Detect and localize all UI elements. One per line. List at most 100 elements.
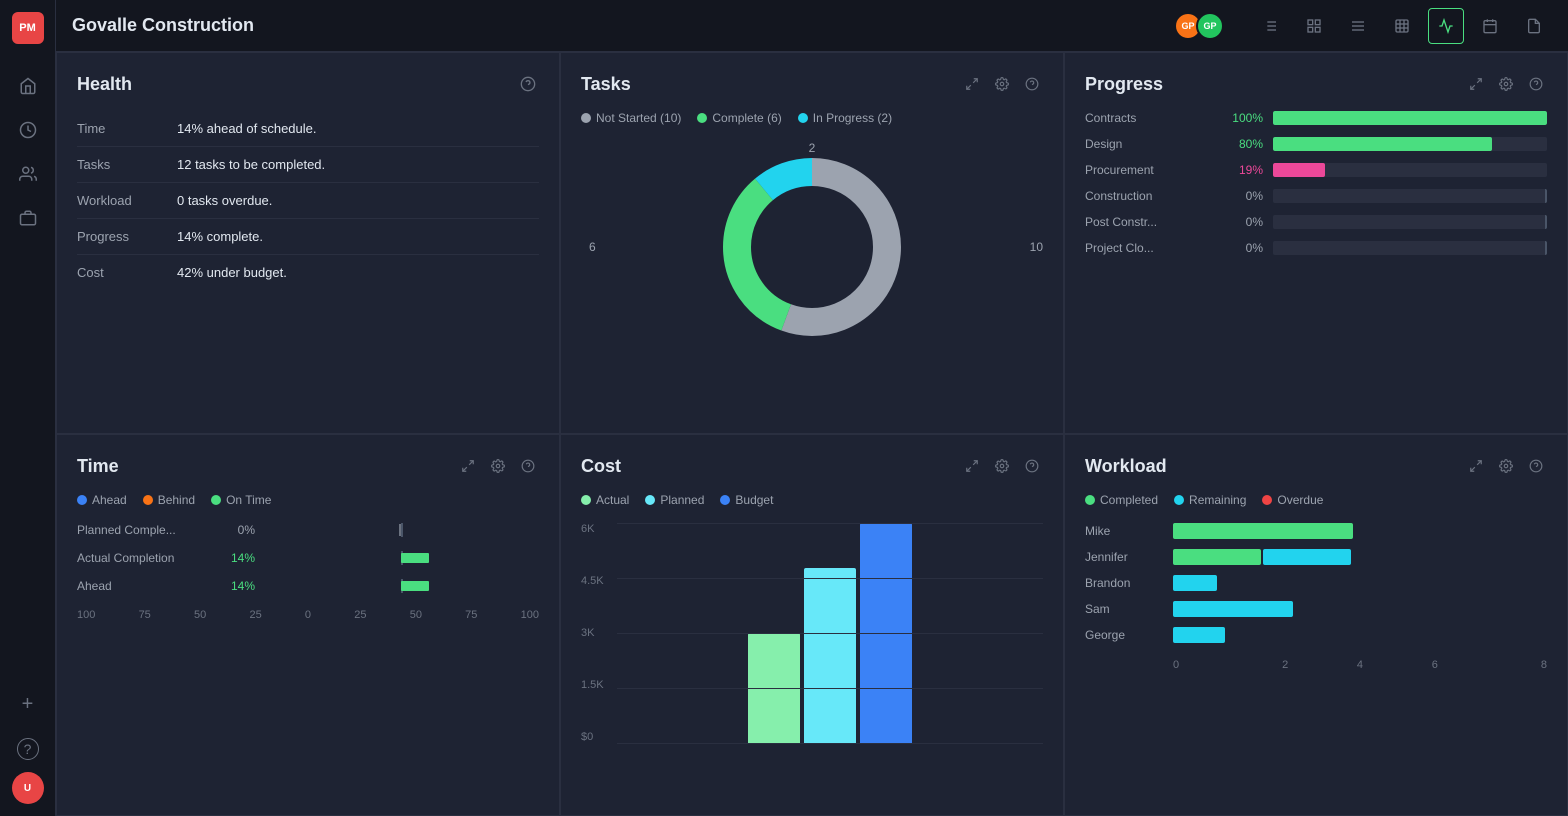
workload-bars-george bbox=[1173, 627, 1547, 643]
sidebar-item-history[interactable] bbox=[10, 112, 46, 148]
dashboard-view-button[interactable] bbox=[1428, 8, 1464, 44]
progress-track-design bbox=[1273, 137, 1547, 151]
legend-on-time: On Time bbox=[211, 493, 271, 507]
workload-row-sam: Sam bbox=[1085, 601, 1547, 617]
legend-budget: Budget bbox=[720, 493, 773, 507]
legend-label-actual: Actual bbox=[596, 493, 629, 507]
avatar-2: GP bbox=[1196, 12, 1224, 40]
workload-expand-icon[interactable] bbox=[1465, 455, 1487, 477]
donut-label-right: 10 bbox=[1030, 240, 1043, 254]
calendar-view-button[interactable] bbox=[1472, 8, 1508, 44]
tasks-controls bbox=[961, 73, 1043, 95]
cost-settings-icon[interactable] bbox=[991, 455, 1013, 477]
cost-y-15k: 1.5K bbox=[581, 679, 617, 691]
health-panel: Health Time 14% ahead of schedule. Tasks bbox=[56, 52, 560, 434]
workload-bar-brandon-remaining bbox=[1173, 575, 1217, 591]
legend-dot-actual bbox=[581, 495, 591, 505]
progress-row-contracts: Contracts 100% bbox=[1085, 111, 1547, 125]
workload-bar-jennifer-completed bbox=[1173, 549, 1261, 565]
cost-y-3k: 3K bbox=[581, 627, 617, 639]
progress-help-icon[interactable] bbox=[1525, 73, 1547, 95]
progress-pct-procurement: 19% bbox=[1215, 163, 1263, 177]
dashboard: Health Time 14% ahead of schedule. Tasks bbox=[56, 52, 1568, 816]
progress-label-design: Design bbox=[1085, 137, 1205, 151]
sidebar-add-button[interactable]: + bbox=[10, 686, 46, 722]
legend-overdue: Overdue bbox=[1262, 493, 1323, 507]
workload-axis-8: 8 bbox=[1472, 659, 1547, 671]
workload-settings-icon[interactable] bbox=[1495, 455, 1517, 477]
progress-row-design: Design 80% bbox=[1085, 137, 1547, 151]
cost-help-icon[interactable] bbox=[1021, 455, 1043, 477]
cost-y-6k: 6K bbox=[581, 523, 617, 535]
time-bar-actual bbox=[263, 551, 539, 565]
progress-rows: Contracts 100% Design 80% bbox=[1085, 111, 1547, 255]
cost-panel: Cost bbox=[560, 434, 1064, 816]
file-view-button[interactable] bbox=[1516, 8, 1552, 44]
legend-label-planned: Planned bbox=[660, 493, 704, 507]
workload-legend: Completed Remaining Overdue bbox=[1085, 493, 1547, 507]
time-settings-icon[interactable] bbox=[487, 455, 509, 477]
workload-help-icon[interactable] bbox=[1525, 455, 1547, 477]
progress-tick-construction bbox=[1545, 189, 1547, 203]
legend-actual: Actual bbox=[581, 493, 629, 507]
workload-bar-jennifer-remaining bbox=[1263, 549, 1351, 565]
time-axis: 100 75 50 25 0 25 50 75 100 bbox=[77, 593, 539, 621]
workload-name-brandon: Brandon bbox=[1085, 576, 1165, 590]
time-row-ahead: Ahead 14% bbox=[77, 579, 539, 593]
legend-label-overdue: Overdue bbox=[1277, 493, 1323, 507]
legend-label-behind: Behind bbox=[158, 493, 195, 507]
health-row-cost: Cost 42% under budget. bbox=[77, 255, 539, 290]
time-pct-planned: 0% bbox=[215, 523, 255, 537]
time-axis-25-left: 25 bbox=[249, 609, 261, 621]
workload-axis-0: 0 bbox=[1173, 659, 1248, 671]
progress-track-contracts bbox=[1273, 111, 1547, 125]
progress-settings-icon[interactable] bbox=[1495, 73, 1517, 95]
progress-track-post-constr bbox=[1273, 215, 1547, 229]
progress-panel-header: Progress bbox=[1085, 73, 1547, 95]
health-value-progress: 14% complete. bbox=[177, 229, 263, 244]
time-help-icon[interactable] bbox=[517, 455, 539, 477]
list-view-button[interactable] bbox=[1252, 8, 1288, 44]
workload-bar-sam-remaining bbox=[1173, 601, 1293, 617]
sidebar-help-button[interactable]: ? bbox=[17, 738, 39, 760]
progress-track-project-clo bbox=[1273, 241, 1547, 255]
progress-label-contracts: Contracts bbox=[1085, 111, 1205, 125]
time-bar-planned bbox=[263, 523, 539, 537]
legend-dot-budget bbox=[720, 495, 730, 505]
progress-label-procurement: Procurement bbox=[1085, 163, 1205, 177]
topbar: Govalle Construction GP GP bbox=[56, 0, 1568, 52]
time-label-ahead: Ahead bbox=[77, 579, 207, 593]
gantt-view-button[interactable] bbox=[1340, 8, 1376, 44]
bar-view-button[interactable] bbox=[1296, 8, 1332, 44]
time-expand-icon[interactable] bbox=[457, 455, 479, 477]
time-tick-planned bbox=[401, 523, 403, 537]
legend-complete: Complete (6) bbox=[697, 111, 781, 125]
cost-y-0: $0 bbox=[581, 731, 617, 743]
app-logo[interactable]: PM bbox=[12, 12, 44, 44]
cost-expand-icon[interactable] bbox=[961, 455, 983, 477]
sidebar-bottom: + ? U bbox=[10, 682, 46, 804]
bar-budget bbox=[860, 523, 912, 743]
progress-track-construction bbox=[1273, 189, 1547, 203]
donut-label-top: 2 bbox=[809, 141, 816, 155]
tasks-settings-icon[interactable] bbox=[991, 73, 1013, 95]
legend-label-remaining: Remaining bbox=[1189, 493, 1246, 507]
cost-x-label bbox=[617, 743, 1043, 763]
sidebar-item-portfolio[interactable] bbox=[10, 200, 46, 236]
sidebar-item-home[interactable] bbox=[10, 68, 46, 104]
health-row-workload: Workload 0 tasks overdue. bbox=[77, 183, 539, 219]
legend-behind: Behind bbox=[143, 493, 195, 507]
tasks-help-icon[interactable] bbox=[1021, 73, 1043, 95]
sidebar-item-people[interactable] bbox=[10, 156, 46, 192]
progress-expand-icon[interactable] bbox=[1465, 73, 1487, 95]
workload-name-george: George bbox=[1085, 628, 1165, 642]
sidebar-user-avatar[interactable]: U bbox=[12, 772, 44, 804]
time-controls bbox=[457, 455, 539, 477]
legend-label-in-progress: In Progress (2) bbox=[813, 111, 892, 125]
workload-row-jennifer: Jennifer bbox=[1085, 549, 1547, 565]
cost-title: Cost bbox=[581, 456, 621, 477]
progress-fill-design bbox=[1273, 137, 1492, 151]
tasks-expand-icon[interactable] bbox=[961, 73, 983, 95]
health-help-icon[interactable] bbox=[517, 73, 539, 95]
table-view-button[interactable] bbox=[1384, 8, 1420, 44]
